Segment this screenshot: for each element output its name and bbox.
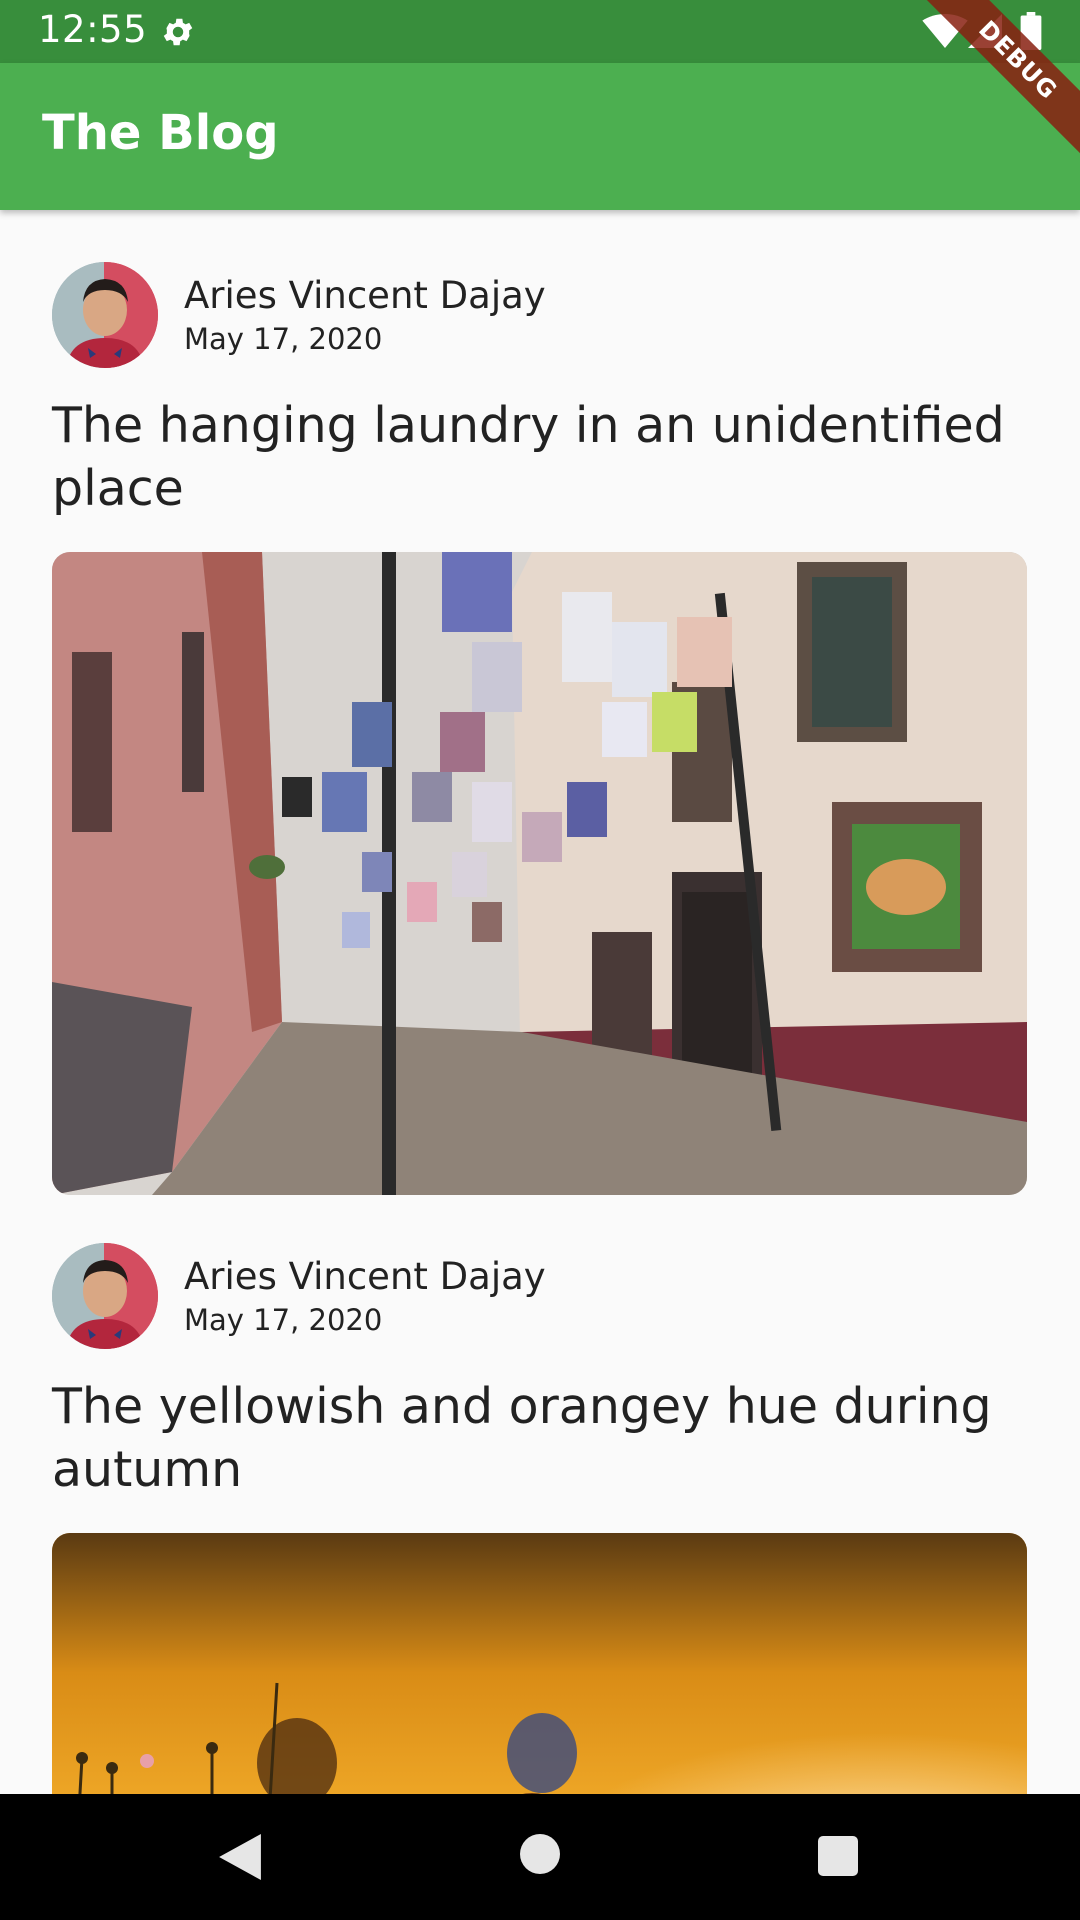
author-avatar[interactable] xyxy=(52,1243,158,1349)
navigation-bar xyxy=(0,1794,1080,1920)
author-avatar[interactable] xyxy=(52,262,158,368)
app-bar: The Blog xyxy=(0,63,1080,210)
app-title: The Blog xyxy=(42,105,279,161)
signal-icon xyxy=(968,14,1002,48)
author-name[interactable]: Aries Vincent Dajay xyxy=(184,1255,546,1298)
battery-icon xyxy=(1020,12,1042,50)
status-bar: 12:55 xyxy=(0,0,1080,63)
author-row: Aries Vincent Dajay May 17, 2020 xyxy=(52,262,1027,368)
back-icon[interactable] xyxy=(218,1834,262,1880)
street-photo xyxy=(52,552,1027,1195)
post-date: May 17, 2020 xyxy=(184,322,383,356)
author-row: Aries Vincent Dajay May 17, 2020 xyxy=(52,1243,1027,1349)
post-image[interactable] xyxy=(52,552,1027,1195)
home-icon[interactable] xyxy=(520,1834,560,1874)
post-title[interactable]: The yellowish and orangey hue during aut… xyxy=(52,1375,1027,1501)
author-name[interactable]: Aries Vincent Dajay xyxy=(184,274,546,317)
avatar-photo xyxy=(52,1243,158,1349)
post-title[interactable]: The hanging laundry in an unidentified p… xyxy=(52,394,1027,520)
post-date: May 17, 2020 xyxy=(184,1303,383,1337)
gear-icon xyxy=(163,18,193,46)
status-time: 12:55 xyxy=(38,8,148,51)
wifi-icon xyxy=(922,14,968,48)
avatar-photo xyxy=(52,262,158,368)
recents-icon[interactable] xyxy=(818,1836,858,1876)
post-card[interactable]: Aries Vincent Dajay May 17, 2020 The han… xyxy=(52,262,1027,1195)
